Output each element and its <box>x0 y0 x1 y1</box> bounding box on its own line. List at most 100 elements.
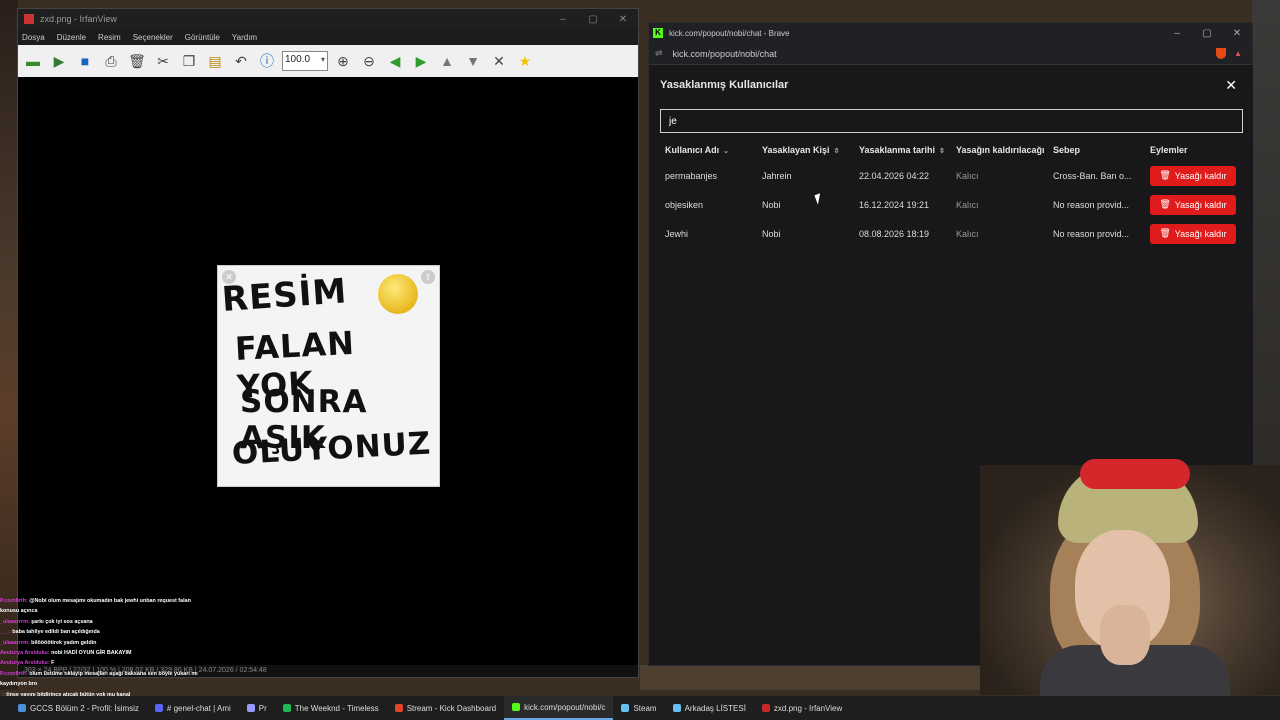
col-username[interactable]: Kullanıcı Adı ⌄ <box>660 139 757 161</box>
print-icon[interactable]: ⎙ <box>100 50 122 72</box>
unban-button[interactable]: 🗑 Yasağı kaldır <box>1150 165 1236 186</box>
menu-secenekler[interactable]: Seçenekler <box>133 33 173 42</box>
sort-icon: ⇳ <box>833 148 840 155</box>
address-bar[interactable]: ⇌ kick.com/popout/nobi/chat ▲ <box>649 43 1252 65</box>
down-arrow-icon[interactable]: ▼ <box>462 50 484 72</box>
save-icon[interactable]: ■ <box>74 50 96 72</box>
unban-button[interactable]: 🗑 Yasağı kaldır <box>1150 194 1236 215</box>
chat-text: olum üstüme tıklayıp mesajları aşağı bak… <box>29 670 198 677</box>
tools-icon[interactable]: ✕ <box>488 50 510 72</box>
app-icon <box>761 704 770 712</box>
chevron-down-icon: ▾ <box>320 55 325 64</box>
taskbar-item[interactable]: Arkadaş LİSTESİ <box>665 696 754 720</box>
chat-message: _ulaaarrrm: şarkı çok iyi sos açsana <box>0 617 260 627</box>
chat-username: Avuturya Arsiduku: <box>0 650 52 657</box>
previous-arrow-icon[interactable]: ◀ <box>384 50 406 72</box>
zoom-field[interactable]: 100.0 ▾ <box>282 51 328 71</box>
zoom-out-icon[interactable]: ⊖ <box>358 50 380 72</box>
irfanview-title: zxd.png - IrfanView <box>40 14 117 24</box>
zoom-in-icon[interactable]: ⊕ <box>332 50 354 72</box>
chat-text: bilöööötirek yadım geldin <box>31 639 97 646</box>
cell-actions: 🗑 Yasağı kaldır <box>1145 161 1243 190</box>
col-ban-date[interactable]: Yasaklanma tarihi ⇳ <box>854 139 951 161</box>
delete-icon[interactable]: 🗑 <box>126 50 148 72</box>
next-arrow-icon[interactable]: ▶ <box>410 50 432 72</box>
cell-banned-by: Jahrein <box>762 170 792 181</box>
taskbar-item[interactable]: Pr <box>239 696 275 720</box>
menu-goruntule[interactable]: Görüntüle <box>185 33 220 42</box>
star-icon[interactable]: ★ <box>514 50 536 72</box>
taskbar-item-label: Steam <box>633 703 657 713</box>
chat-username: Avuturya Arsiduku: <box>0 660 52 667</box>
taskbar-item[interactable]: # genel-chat | Ami <box>147 696 239 720</box>
taskbar-item[interactable]: Stream - Kick Dashboard <box>387 696 504 720</box>
taskbar-item[interactable]: zxd.png - IrfanView <box>754 696 850 720</box>
cell-actions: 🗑 Yasağı kaldır <box>1145 190 1243 219</box>
search-input[interactable] <box>660 109 1243 133</box>
taskbar-item[interactable]: GCCS Bölüm 2 - Profil: İsimsiz <box>10 696 147 720</box>
menu-duzenle[interactable]: Düzenle <box>57 33 86 42</box>
brave-shield-icon[interactable] <box>1216 48 1227 59</box>
brave-rewards-icon[interactable]: ▲ <box>1234 49 1242 58</box>
close-button[interactable]: ✕ <box>608 14 638 25</box>
webcam-feed <box>980 459 1280 705</box>
desktop-background-middle <box>640 665 980 690</box>
table-row: permabanjes Jahrein 22.04.2026 04:22 Kal… <box>660 161 1243 190</box>
minimize-button[interactable]: – <box>548 14 578 25</box>
info-icon[interactable]: ⓘ <box>256 50 278 72</box>
banned-users-table: Kullanıcı Adı ⌄ Yasaklayan Kişi ⇳ Yasaklan… <box>660 139 1243 248</box>
cell-username: permabanjes <box>665 170 718 181</box>
menu-dosya[interactable]: Dosya <box>22 33 45 42</box>
app-icon <box>512 703 521 711</box>
unban-button[interactable]: 🗑 Yasağı kaldır <box>1150 223 1236 244</box>
paste-icon[interactable]: ▤ <box>204 50 226 72</box>
table-row: Jewhi Nobi 08.08.2026 18:19 Kalıcı No re… <box>660 219 1243 248</box>
open-folder-icon[interactable]: ▬ <box>22 50 44 72</box>
chat-message: P.comfirth: olum üstüme tıklayıp mesajla… <box>0 669 260 679</box>
taskbar-item[interactable]: kick.com/popout/nobi/c <box>504 696 614 720</box>
taskbar-item-label: Pr <box>258 703 267 713</box>
app-icon <box>282 704 291 712</box>
site-settings-icon[interactable]: ⇌ <box>655 48 663 59</box>
cut-icon[interactable]: ✂ <box>152 50 174 72</box>
chat-message: _ulaaarrrm: bilöööötirek yadım geldin <box>0 638 260 648</box>
taskbar-item[interactable]: The Weeknd - Timeless <box>275 696 387 720</box>
minimize-button[interactable]: – <box>1162 28 1192 39</box>
cell-banned-by: Nobi <box>762 199 781 210</box>
maximize-button[interactable]: ▢ <box>578 14 608 25</box>
taskbar-item[interactable]: Steam <box>613 696 664 720</box>
webcam-hand <box>1100 605 1150 665</box>
chat-message: Avuturya Arsiduku: F <box>0 658 260 668</box>
chat-username: _ulaaarrrm: <box>0 618 32 625</box>
close-button[interactable]: ✕ <box>1222 28 1252 39</box>
url-text[interactable]: kick.com/popout/nobi/chat <box>673 49 1217 59</box>
chat-text: nobi HADİ OYUN GİR BAKAYIM <box>51 650 132 657</box>
desktop-background-right <box>1252 0 1280 470</box>
app-icon <box>18 704 26 712</box>
app-icon <box>672 704 681 712</box>
undo-icon[interactable]: ↶ <box>230 50 252 72</box>
cell-expires: Kalıcı <box>956 170 979 181</box>
cell-reason: No reason provid... <box>1053 199 1130 210</box>
taskbar-item-label: kick.com/popout/nobi/c <box>524 702 606 712</box>
col-actions-label: Eylemler <box>1150 145 1188 155</box>
menu-yardim[interactable]: Yardım <box>232 33 257 42</box>
cell-reason: No reason provid... <box>1053 228 1130 239</box>
kick-logo-icon: K <box>653 28 663 38</box>
col-expires-label: Yasağın kaldırılacağı <box>956 145 1045 155</box>
taskbar-item-label: zxd.png - IrfanView <box>773 703 843 713</box>
menu-resim[interactable]: Resim <box>98 33 121 42</box>
copy-icon[interactable]: ❐ <box>178 50 200 72</box>
col-banned-by[interactable]: Yasaklayan Kişi ⇳ <box>757 139 854 161</box>
col-username-label: Kullanıcı Adı <box>665 145 720 155</box>
irfanview-toolbar: ▬ ▶ ■ ⎙ 🗑 ✂ ❐ ▤ ↶ ⓘ 100.0 ▾ ⊕ ⊖ ◀ ▶ ▲ ▼ ✕… <box>18 45 638 77</box>
unban-label: Yasağı kaldır <box>1174 228 1227 239</box>
chat-message: konusu açınca <box>0 606 260 616</box>
close-icon[interactable]: ✕ <box>1225 77 1237 94</box>
slideshow-icon[interactable]: ▶ <box>48 50 70 72</box>
chat-text: kaydırıyon bro <box>0 681 38 688</box>
maximize-button[interactable]: ▢ <box>1192 28 1222 39</box>
app-icon <box>246 704 255 712</box>
app-icon <box>394 704 403 712</box>
up-arrow-icon[interactable]: ▲ <box>436 50 458 72</box>
